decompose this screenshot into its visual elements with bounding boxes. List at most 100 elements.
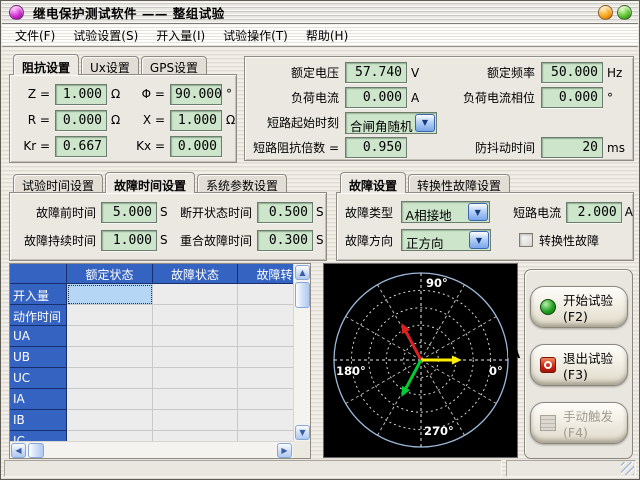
table-cell[interactable] [67, 326, 153, 347]
minimize-button[interactable] [598, 5, 613, 20]
title-bar: 继电保护测试软件 —— 整组试验 [2, 2, 638, 24]
close-button[interactable] [617, 5, 632, 20]
prefault-time-field[interactable]: 5.000 [101, 202, 157, 223]
load-phase-field[interactable]: 0.000 [541, 87, 603, 108]
menu-test-operation[interactable]: 试验操作(T) [214, 25, 297, 46]
table-cell[interactable] [153, 368, 238, 389]
tab-system-param-settings[interactable]: 系统参数设置 [197, 174, 287, 192]
column-header-rated-state[interactable]: 额定状态 [67, 264, 153, 284]
menu-file[interactable]: 文件(F) [6, 25, 64, 46]
row-header[interactable]: IA [10, 389, 67, 410]
phasor-svg [324, 264, 517, 457]
r-field[interactable]: 0.000 [55, 110, 107, 131]
r-label: R = [18, 113, 50, 127]
manual-trigger-button[interactable]: 手动触发(F4) [530, 402, 628, 444]
row-header[interactable]: UA [10, 326, 67, 347]
row-header[interactable]: 开入量 [10, 284, 67, 305]
chevron-down-icon[interactable]: ▼ [469, 231, 489, 249]
menu-binary-input[interactable]: 开入量(I) [147, 25, 214, 46]
tab-convert-fault-settings[interactable]: 转换性故障设置 [408, 174, 510, 192]
fault-direction-value: 正方向 [402, 230, 468, 250]
tab-fault-time-settings[interactable]: 故障时间设置 [105, 172, 195, 193]
fault-direction-combo[interactable]: 正方向 ▼ [401, 229, 491, 251]
open-state-time-field[interactable]: 0.500 [257, 202, 313, 223]
prefault-time-unit: S [160, 205, 172, 219]
table-cell[interactable] [67, 305, 153, 326]
impedance-ratio-field[interactable]: 0.950 [345, 137, 407, 158]
fault-type-combo[interactable]: A相接地 ▼ [401, 201, 490, 223]
z-label: Z = [18, 87, 50, 101]
chevron-down-icon[interactable]: ▼ [468, 203, 488, 221]
table-cell[interactable] [67, 431, 153, 441]
menu-test-settings[interactable]: 试验设置(S) [64, 25, 147, 46]
tab-ux-settings[interactable]: Ux设置 [81, 56, 139, 74]
table-cell[interactable] [153, 410, 238, 431]
tab-gps-settings[interactable]: GPS设置 [141, 56, 207, 74]
short-current-field[interactable]: 2.000 [566, 202, 622, 223]
column-header-fault-state[interactable]: 故障状态 [153, 264, 238, 284]
table-cell[interactable] [67, 410, 153, 431]
table-cell[interactable] [238, 326, 293, 347]
phi-field[interactable]: 90.000 [170, 84, 222, 105]
table-cell[interactable] [153, 284, 238, 305]
table-cell[interactable] [238, 410, 293, 431]
scroll-down-icon[interactable]: ▼ [295, 425, 310, 440]
horizontal-scrollbar[interactable]: ◀ ▶ [10, 441, 293, 458]
table-cell[interactable] [238, 368, 293, 389]
row-header[interactable]: UC [10, 368, 67, 389]
rated-freq-field[interactable]: 50.000 [541, 62, 603, 83]
table-cell[interactable] [238, 305, 293, 326]
short-start-combo[interactable]: 合闸角随机 ▼ [345, 112, 437, 134]
convert-fault-checkbox[interactable] [519, 233, 533, 247]
table-cell[interactable] [238, 389, 293, 410]
table-cell[interactable] [153, 389, 238, 410]
scroll-up-icon[interactable]: ▲ [295, 265, 310, 280]
z-field[interactable]: 1.000 [55, 84, 107, 105]
reclose-fault-time-label: 重合故障时间 [172, 232, 252, 249]
rated-freq-label: 额定频率 [431, 64, 535, 81]
column-header-fault-convert[interactable]: 故障转换 [238, 264, 293, 284]
debounce-field[interactable]: 20 [541, 137, 603, 158]
row-header[interactable]: UB [10, 347, 67, 368]
table-cell[interactable] [67, 347, 153, 368]
table-cell[interactable] [67, 368, 153, 389]
load-current-field[interactable]: 0.000 [345, 87, 407, 108]
table-cell[interactable] [67, 389, 153, 410]
vertical-scroll-thumb[interactable] [295, 282, 310, 308]
fault-panel: 故障设置 转换性故障设置 故障类型 A相接地 ▼ 短路电流 2.000 A 故障… [336, 171, 634, 261]
fault-duration-field[interactable]: 1.000 [101, 230, 157, 251]
scroll-right-icon[interactable]: ▶ [277, 443, 292, 458]
table-cell[interactable] [153, 347, 238, 368]
kr-field[interactable]: 0.667 [55, 136, 107, 157]
table-cell[interactable] [238, 431, 293, 441]
tab-fault-settings[interactable]: 故障设置 [340, 172, 406, 193]
table-cell-selected[interactable] [67, 284, 153, 305]
scroll-left-icon[interactable]: ◀ [11, 443, 26, 458]
menu-help[interactable]: 帮助(H) [297, 25, 357, 46]
reclose-fault-time-unit: S [316, 233, 324, 247]
chevron-down-icon[interactable]: ▼ [415, 114, 435, 132]
angle-label-0: 0° [489, 364, 503, 378]
table-cell[interactable] [153, 326, 238, 347]
tab-impedance-settings[interactable]: 阻抗设置 [13, 54, 79, 75]
table-row: UC [10, 368, 293, 389]
table-cell[interactable] [238, 347, 293, 368]
table-cell[interactable] [238, 284, 293, 305]
row-header[interactable]: IC [10, 431, 67, 441]
row-header[interactable]: IB [10, 410, 67, 431]
x-field[interactable]: 1.000 [170, 110, 222, 131]
resize-grip[interactable] [621, 462, 634, 475]
reclose-fault-time-field[interactable]: 0.300 [257, 230, 313, 251]
tab-test-time-settings[interactable]: 试验时间设置 [13, 174, 103, 192]
table-row: 开入量 [10, 284, 293, 305]
exit-test-button[interactable]: 退出试验(F3) [530, 344, 628, 386]
vertical-scrollbar[interactable]: ▲ ▼ [293, 264, 310, 441]
table-row: IC [10, 431, 293, 441]
table-cell[interactable] [153, 431, 238, 441]
table-cell[interactable] [153, 305, 238, 326]
start-test-button[interactable]: 开始试验(F2) [530, 286, 628, 328]
rated-voltage-field[interactable]: 57.740 [345, 62, 407, 83]
kx-field[interactable]: 0.000 [170, 136, 222, 157]
row-header[interactable]: 动作时间 [10, 305, 67, 326]
horizontal-scroll-thumb[interactable] [28, 443, 44, 458]
